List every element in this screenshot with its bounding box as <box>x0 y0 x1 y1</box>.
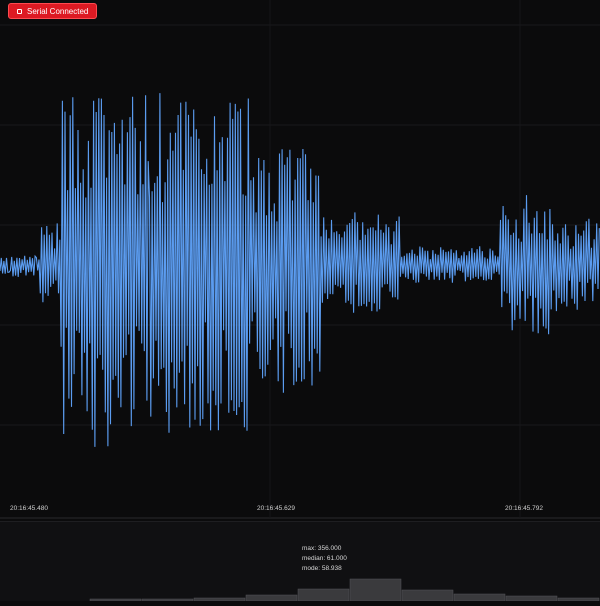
serial-status-label: Serial Connected <box>27 6 89 16</box>
signal-series-line <box>0 93 600 447</box>
histogram-bar <box>349 578 402 602</box>
x-tick-label-3: 20:16:45.792 <box>505 505 543 512</box>
histogram-bar <box>141 598 194 602</box>
stat-max: max: 356.000 <box>302 545 342 552</box>
histogram-bar <box>297 588 350 602</box>
x-tick-label-2: 20:16:45.629 <box>257 505 295 512</box>
x-tick-label-1: 20:16:45.480 <box>10 505 48 512</box>
stats-readout: max: 356.000 median: 61.000 mode: 58.938 <box>302 544 347 574</box>
stop-icon <box>17 8 22 14</box>
histogram-bar <box>505 595 558 602</box>
histogram-bar <box>401 589 454 602</box>
stat-mode: mode: 58.938 <box>302 565 342 572</box>
histogram <box>89 578 600 602</box>
app-window: 20:16:45.480 20:16:45.629 20:16:45.792 S… <box>0 0 600 602</box>
histogram-bar <box>245 594 298 602</box>
histogram-bar <box>89 598 142 602</box>
serial-status-button[interactable]: Serial Connected <box>8 3 98 19</box>
histogram-panel <box>0 521 600 602</box>
stat-median: median: 61.000 <box>302 555 347 562</box>
waveform-plot <box>0 0 600 519</box>
